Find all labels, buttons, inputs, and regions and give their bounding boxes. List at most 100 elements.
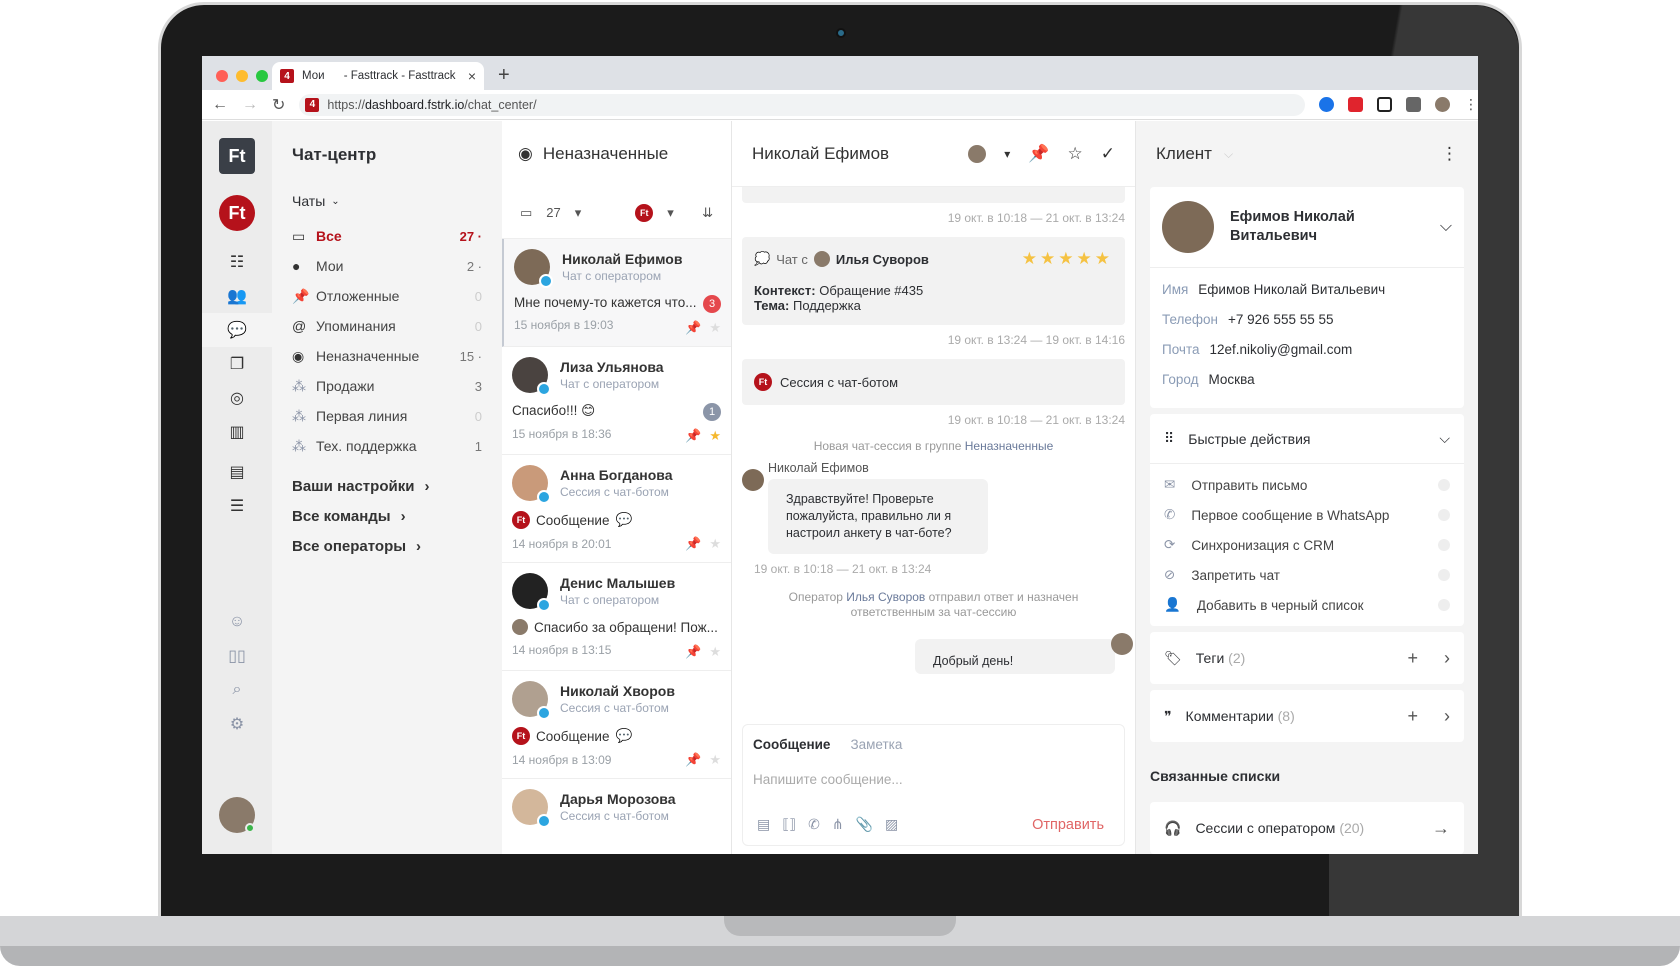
forward-icon[interactable]: → xyxy=(242,96,258,114)
hierarchy-icon[interactable]: ☷ xyxy=(202,245,272,279)
profile-avatar[interactable] xyxy=(1435,97,1450,112)
extension-icon[interactable] xyxy=(1348,97,1363,112)
puzzle-icon[interactable] xyxy=(1406,97,1421,112)
nav-item-unassigned[interactable]: ◉ Неназначенные 15 · xyxy=(292,341,482,371)
chat-icon[interactable]: 💬 xyxy=(202,313,272,347)
list-item[interactable]: Лиза Ульянова Чат с оператором Спасибо!!!… xyxy=(502,347,731,455)
star-icon[interactable]: ★ xyxy=(709,428,721,444)
session-card[interactable]: 💭 Чат с Илья Суворов ★★★★★ Контекст: Обра… xyxy=(742,237,1125,325)
pin-icon[interactable]: 📌 xyxy=(685,320,701,336)
close-tab-icon[interactable]: × xyxy=(468,68,476,84)
client-panel: Клиент ⌵ ⋮ Ефимов Николай Витальевич ⌵ Имя Е… xyxy=(1136,121,1478,854)
icon-rail: Ft Ft ☷ 👥 💬 ❐ ◎ ▥ ▤ ☰ ☺ ▯▯ ⌕ ⚙ xyxy=(202,121,272,854)
template-icon[interactable]: ▤ xyxy=(757,816,770,833)
new-tab-button[interactable]: + xyxy=(498,64,510,87)
action-blacklist[interactable]: 👤 Добавить в черный список xyxy=(1164,590,1450,620)
pin-icon[interactable]: 📌 xyxy=(1028,144,1049,164)
pin-icon[interactable]: 📌 xyxy=(685,644,701,660)
star-icon[interactable]: ★ xyxy=(709,320,721,336)
table-icon[interactable]: ▤ xyxy=(202,455,272,489)
star-icon[interactable]: ★ xyxy=(709,644,721,660)
message-input[interactable]: Напишите сообщение... xyxy=(753,772,1114,787)
telegram-icon xyxy=(537,490,551,504)
nav-item-mine[interactable]: ● Мои 2 · xyxy=(292,251,482,281)
structure-icon[interactable]: ⋔ xyxy=(832,816,844,833)
caret-down-icon[interactable]: ▾ xyxy=(575,205,582,221)
pin-icon[interactable]: 📌 xyxy=(685,536,701,552)
comments-row[interactable]: ❞ Комментарии (8) + › xyxy=(1150,690,1464,742)
more-icon[interactable]: ⋮ xyxy=(1441,144,1458,164)
nav-item-support[interactable]: ⁂ Тех. поддержка 1 xyxy=(292,431,482,461)
analytics-icon[interactable]: ▥ xyxy=(202,415,272,449)
link-operators[interactable]: Все операторы › xyxy=(292,531,482,561)
bot-session-card[interactable]: Ft Сессия с чат-ботом xyxy=(742,359,1125,405)
caret-down-icon[interactable]: ▾ xyxy=(1004,147,1010,161)
menu-dots-icon[interactable]: ⋮ xyxy=(1464,97,1478,112)
snippet-icon[interactable]: ⟦⟧ xyxy=(782,816,796,833)
action-crm-sync[interactable]: ⟳ Синхронизация с CRM xyxy=(1164,530,1450,560)
extension-icon[interactable] xyxy=(1319,97,1334,112)
nav-item-first-line[interactable]: ⁂ Первая линия 0 xyxy=(292,401,482,431)
users-icon[interactable]: 👥 xyxy=(202,279,272,313)
chevron-down-icon[interactable]: ⌵ xyxy=(1440,218,1452,236)
reload-icon[interactable]: ↻ xyxy=(272,95,285,115)
url-bar[interactable]: 4 https://dashboard.fstrk.io/chat_center… xyxy=(299,93,1305,116)
message-history[interactable]: 19 окт. в 10:18 — 21 окт. в 13:24 💭 Чат с… xyxy=(732,187,1135,726)
whatsapp-icon[interactable]: ✆ xyxy=(808,816,820,833)
inbox-icon[interactable]: ▭ xyxy=(520,205,532,221)
search-icon[interactable]: ⌕ xyxy=(202,673,272,707)
chats-section-toggle[interactable]: Чаты ⌄ xyxy=(292,193,482,209)
caret-down-icon[interactable]: ▾ xyxy=(667,205,674,221)
star-icon[interactable]: ★ xyxy=(709,752,721,768)
list-item[interactable]: Денис Малышев Чат с оператором Спасибо за… xyxy=(502,563,731,671)
target-icon[interactable]: ◎ xyxy=(202,381,272,415)
tab-message[interactable]: Сообщение xyxy=(753,737,830,752)
close-window-button[interactable] xyxy=(216,70,228,82)
image-icon[interactable]: ▨ xyxy=(885,816,898,833)
nav-item-mentions[interactable]: @ Упоминания 0 xyxy=(292,311,482,341)
link-settings[interactable]: Ваши настройки › xyxy=(292,471,482,501)
tab-note[interactable]: Заметка xyxy=(850,737,902,752)
group-link[interactable]: Неназначенные xyxy=(965,439,1054,453)
tags-row[interactable]: 🏷 Теги (2) + › xyxy=(1150,632,1464,684)
nav-item-sales[interactable]: ⁂ Продажи 3 xyxy=(292,371,482,401)
pin-icon[interactable]: 📌 xyxy=(685,428,701,444)
minimize-window-button[interactable] xyxy=(236,70,248,82)
layers-icon[interactable]: ☰ xyxy=(202,489,272,523)
notion-icon[interactable] xyxy=(1377,97,1392,112)
nav-item-postponed[interactable]: 📌 Отложенные 0 xyxy=(292,281,482,311)
pin-icon[interactable]: 📌 xyxy=(685,752,701,768)
back-icon[interactable]: ← xyxy=(212,96,228,114)
chevron-down-icon[interactable]: ⌵ xyxy=(1224,147,1233,162)
attach-icon[interactable]: 📎 xyxy=(856,816,873,833)
copy-icon[interactable]: ❐ xyxy=(202,347,272,381)
assignee-avatar[interactable] xyxy=(968,144,987,163)
list-item[interactable]: Анна Богданова Сессия с чат-ботом Ft Сообщ… xyxy=(502,455,731,563)
bot-icon: Ft xyxy=(754,373,772,391)
list-item[interactable]: Николай Хворов Сессия с чат-ботом Ft Сообщ… xyxy=(502,671,731,779)
sessions-row[interactable]: 🎧 Сессии с оператором (20) → xyxy=(1150,802,1464,854)
headset-icon: 🎧 xyxy=(1164,819,1182,836)
browser-tab[interactable]: 4 Мои - Fasttrack - Fasttrack × xyxy=(272,62,484,90)
check-icon[interactable]: ✓ xyxy=(1101,144,1115,164)
list-item[interactable]: Николай Ефимов Чат с оператором Мне почем… xyxy=(502,239,731,347)
sort-icon[interactable]: ⇊ xyxy=(702,205,713,221)
link-teams[interactable]: Все команды › xyxy=(292,501,482,531)
list-item[interactable]: Дарья Морозова Сессия с чат-ботом xyxy=(502,779,731,854)
send-button[interactable]: Отправить xyxy=(1032,817,1104,833)
workspace-avatar[interactable]: Ft xyxy=(219,195,255,231)
masks-icon[interactable]: ☺ xyxy=(202,605,272,639)
maximize-window-button[interactable] xyxy=(256,70,268,82)
nav-item-all[interactable]: ▭ Все 27 · xyxy=(292,221,482,251)
action-send-email[interactable]: ✉ Отправить письмо xyxy=(1164,470,1450,500)
action-block-chat[interactable]: ⊘ Запретить чат xyxy=(1164,560,1450,590)
count-filter[interactable]: 27 xyxy=(546,205,560,220)
action-whatsapp[interactable]: ✆ Первое сообщение в WhatsApp xyxy=(1164,500,1450,530)
star-icon[interactable]: ★ xyxy=(709,536,721,552)
channel-filter[interactable]: Ft xyxy=(635,203,654,222)
app-logo[interactable]: Ft xyxy=(219,138,255,174)
book-icon[interactable]: ▯▯ xyxy=(202,639,272,673)
user-avatar[interactable] xyxy=(219,797,255,833)
star-outline-icon[interactable]: ☆ xyxy=(1068,144,1083,164)
gear-icon[interactable]: ⚙ xyxy=(202,707,272,741)
